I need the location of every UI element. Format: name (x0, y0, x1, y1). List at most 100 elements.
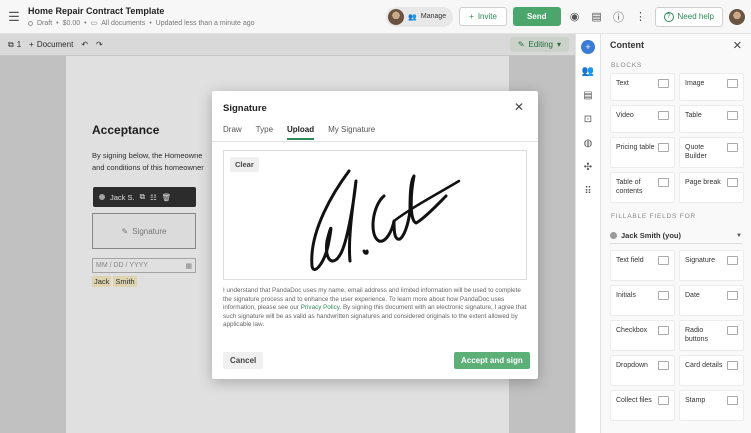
field-text[interactable]: Text field (610, 250, 675, 281)
design-palette-icon[interactable]: ◍ (581, 136, 595, 150)
privacy-policy-link[interactable]: Privacy Policy (301, 304, 340, 311)
modal-title: Signature (223, 103, 267, 114)
signature-stroke (310, 169, 461, 271)
tab-my-signature[interactable]: My Signature (328, 125, 375, 140)
tab-upload[interactable]: Upload (287, 125, 315, 140)
image-icon (727, 79, 738, 88)
add-user-icon: + (469, 12, 474, 21)
field-label: Signature (685, 257, 715, 264)
embed-icon[interactable]: ⊡ (581, 112, 595, 126)
legal-disclaimer: I understand that PandaDoc uses my name,… (223, 287, 527, 330)
text-icon (658, 79, 669, 88)
date-icon (727, 291, 738, 300)
toc-icon (658, 178, 669, 187)
card-icon (727, 361, 738, 370)
table-icon (727, 111, 738, 120)
field-card-details[interactable]: Card details (679, 355, 744, 386)
help-button[interactable]: ? Need help (654, 6, 723, 27)
block-label: Table of contents (616, 179, 643, 195)
field-dropdown[interactable]: Dropdown (610, 355, 675, 386)
block-video[interactable]: Video (610, 105, 675, 133)
signature-modal: Signature ✕ Draw Type Upload My Signatur… (212, 91, 538, 379)
panel-title: Content (610, 40, 644, 50)
recipients-icon[interactable]: 👥 (581, 64, 595, 78)
block-label: Video (616, 112, 634, 119)
fields-section-title: FILLABLE FIELDS FOR (611, 213, 696, 220)
upload-icon (658, 396, 669, 405)
updated-text: Updated less than a minute ago (155, 19, 255, 27)
dropdown-icon (658, 361, 669, 370)
block-label: Image (685, 80, 705, 87)
document-title[interactable]: Home Repair Contract Template (28, 6, 255, 16)
block-label: Table (685, 112, 702, 119)
field-collect-files[interactable]: Collect files (610, 390, 675, 421)
pricing-icon (658, 143, 669, 152)
cancel-button[interactable]: Cancel (223, 352, 264, 369)
integrations-icon[interactable]: ✣ (581, 160, 595, 174)
invite-label: Invite (477, 12, 497, 21)
close-icon[interactable]: ✕ (514, 100, 524, 114)
field-label: Initials (616, 292, 636, 299)
block-page-break[interactable]: Page break (679, 172, 744, 203)
send-button[interactable]: Send (512, 7, 561, 26)
signature-icon (727, 256, 738, 265)
info-icon[interactable]: ⓘ (611, 9, 627, 25)
signer-select[interactable]: Jack Smith (you) ▼ (610, 228, 742, 244)
block-label: Text (616, 80, 629, 87)
block-label: Quote Builder (685, 144, 707, 160)
field-radio-buttons[interactable]: Radio buttons (679, 320, 744, 351)
field-label: Collect files (616, 397, 652, 404)
folder-link[interactable]: All documents (101, 20, 145, 27)
text-field-icon (658, 256, 669, 265)
quote-icon (727, 143, 738, 152)
block-pricing-table[interactable]: Pricing table (610, 137, 675, 168)
manage-button[interactable]: 👥 Manage (386, 6, 454, 27)
field-date[interactable]: Date (679, 285, 744, 316)
field-stamp[interactable]: Stamp (679, 390, 744, 421)
variables-icon[interactable]: ▤ (581, 88, 595, 102)
apps-grid-icon[interactable]: ⠿ (581, 184, 595, 198)
document-meta: Home Repair Contract Template Draft • $0… (28, 6, 255, 27)
clear-button[interactable]: Clear (230, 157, 259, 172)
block-table-of-contents[interactable]: Table of contents (610, 172, 675, 203)
more-icon[interactable]: ⋮ (633, 9, 649, 25)
field-label: Date (685, 292, 700, 299)
add-content-icon[interactable]: + (581, 40, 595, 54)
field-initials[interactable]: Initials (610, 285, 675, 316)
question-icon: ? (663, 11, 674, 22)
block-table[interactable]: Table (679, 105, 744, 133)
block-label: Pricing table (616, 144, 655, 151)
panel-header: Content ✕ (601, 34, 751, 56)
block-quote-builder[interactable]: Quote Builder (679, 137, 744, 168)
stamp-icon (727, 396, 738, 405)
signature-tabs: Draw Type Upload My Signature (223, 125, 375, 140)
price-text: $0.00 (62, 19, 81, 27)
close-icon[interactable]: ✕ (733, 39, 742, 52)
signature-canvas[interactable]: Clear (223, 150, 527, 280)
tab-divider (212, 141, 538, 142)
accept-and-sign-button[interactable]: Accept and sign (454, 352, 530, 369)
block-label: Page break (685, 179, 721, 186)
topbar-actions: 👥 Manage + Invite Send ◉ ▤ ⓘ ⋮ ? Need he… (386, 6, 751, 27)
field-label: Text field (616, 257, 644, 264)
chat-icon[interactable]: ▤ (589, 9, 605, 25)
signer-select-label: Jack Smith (you) (621, 231, 682, 240)
fields-grid: Text field Signature Initials Date Check… (601, 250, 751, 421)
users-icon: 👥 (408, 13, 417, 21)
invite-button[interactable]: + Invite (459, 7, 507, 26)
field-label: Dropdown (616, 362, 648, 369)
content-panel: Content ✕ BLOCKS Text Image Video Table … (601, 34, 751, 433)
tab-type[interactable]: Type (256, 125, 273, 140)
field-signature[interactable]: Signature (679, 250, 744, 281)
status-text: Draft (37, 19, 53, 27)
radio-icon (727, 326, 738, 335)
user-avatar[interactable] (729, 8, 745, 25)
block-text[interactable]: Text (610, 73, 675, 101)
tab-draw[interactable]: Draw (223, 125, 242, 140)
block-image[interactable]: Image (679, 73, 744, 101)
chevron-down-icon: ▼ (736, 232, 742, 239)
preview-eye-icon[interactable]: ◉ (567, 9, 583, 25)
menu-icon[interactable]: ☰ (0, 9, 28, 25)
blocks-grid: Text Image Video Table Pricing table Quo… (601, 73, 751, 203)
field-checkbox[interactable]: Checkbox (610, 320, 675, 351)
